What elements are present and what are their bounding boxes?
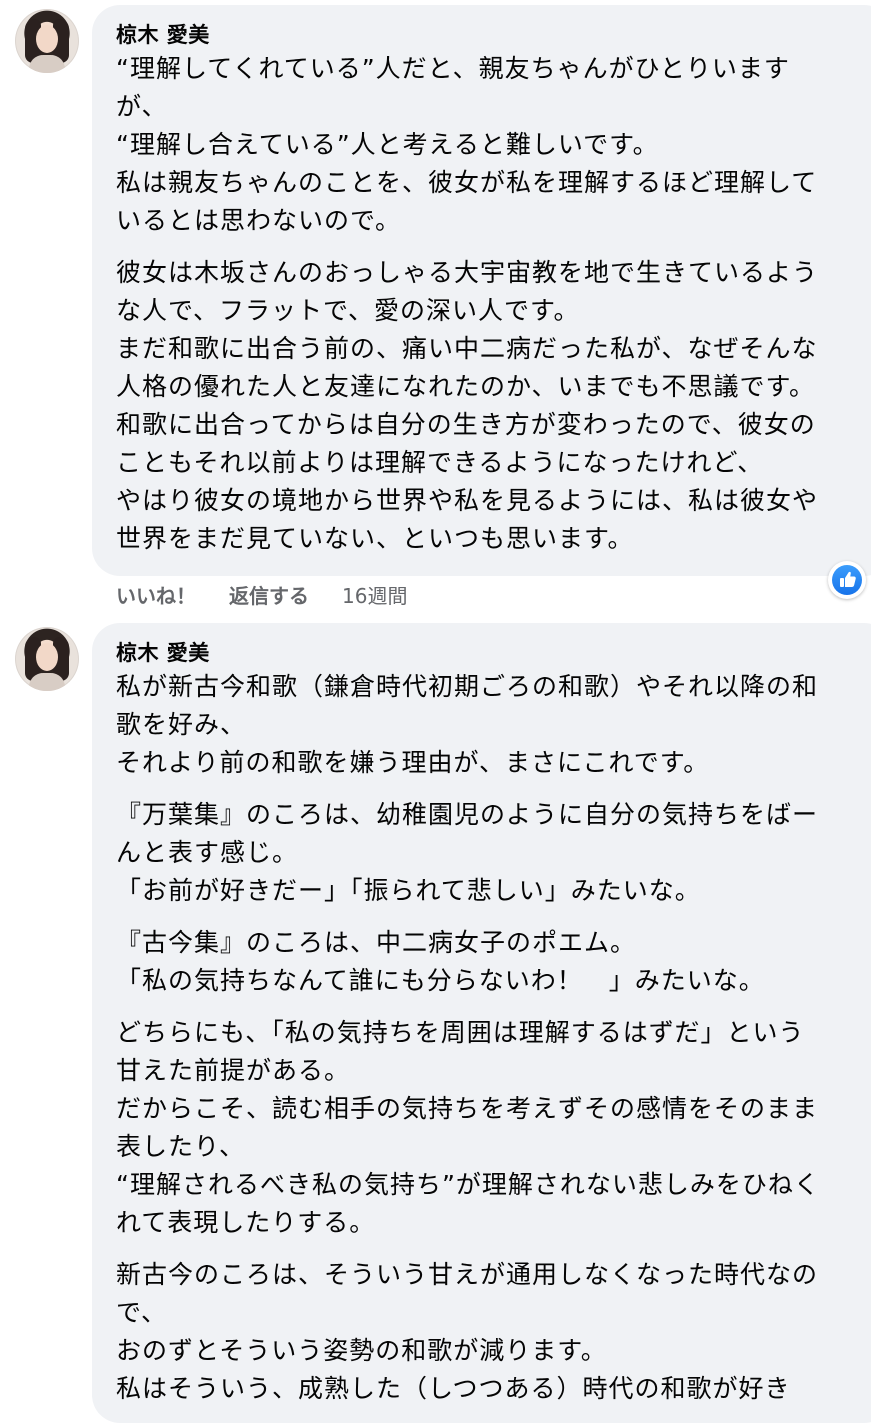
avatar-shirt: [29, 55, 65, 73]
avatar-face: [36, 25, 58, 53]
comment-line: 「私の気持ちなんて誰にも分らないわ！ 」みたいな。: [116, 966, 765, 995]
reaction-badge[interactable]: [828, 561, 866, 599]
comment-line: 歌を好み、: [116, 710, 247, 739]
comment-line: 『古今集』のころは、中二病女子のポエム。: [116, 928, 637, 957]
reply-link[interactable]: 返信する: [229, 582, 309, 610]
comment-paragraph: 『古今集』のころは、中二病女子のポエム。 「私の気持ちなんて誰にも分らないわ！ …: [116, 924, 866, 1000]
comment-line: 甘えた前提がある。: [116, 1056, 351, 1085]
comment-line: “理解してくれている”人だと、親友ちゃんがひとりいます: [116, 54, 790, 83]
avatar-shirt: [29, 673, 65, 691]
avatar-face: [36, 643, 58, 671]
comment-line: だからこそ、読む相手の気持ちを考えずその感情をそのまま: [116, 1094, 819, 1123]
comment-line: 『万葉集』のころは、幼稚園児のように自分の気持ちをばー: [116, 800, 819, 829]
comment-line: 「お前が好きだー」「振られて悲しい」みたいな。: [116, 876, 701, 905]
comment-line: “理解されるべき私の気持ち”が理解されない悲しみをひねく: [116, 1170, 820, 1199]
comment-line: まだ和歌に出合う前の、痛い中二病だった私が、なぜそんな: [116, 334, 818, 363]
thumbs-up-icon: [840, 571, 856, 587]
comment-actions: いいね！ 返信する 16週間: [116, 582, 407, 610]
comment-bubble: 椋木 愛美 “理解してくれている”人だと、親友ちゃんがひとりいます が、 “理解…: [92, 5, 871, 576]
comment-bubble: 椋木 愛美 私が新古今和歌（鎌倉時代初期ごろの和歌）やそれ以降の和 歌を好み、 …: [92, 623, 871, 1423]
like-link[interactable]: いいね！: [116, 582, 196, 610]
comment-paragraph: 『万葉集』のころは、幼稚園児のように自分の気持ちをばー んと表す感じ。 「お前が…: [116, 796, 866, 910]
comment-line: 和歌に出合ってからは自分の生き方が変わったので、彼女の: [116, 410, 816, 439]
comment-line: で、: [116, 1298, 168, 1327]
avatar[interactable]: [15, 627, 79, 691]
comment-line: 新古今のころは、そういう甘えが通用しなくなった時代なの: [116, 1260, 819, 1289]
comment-line: んと表す感じ。: [116, 838, 299, 867]
comment-line: 私が新古今和歌（鎌倉時代初期ごろの和歌）やそれ以降の和: [116, 672, 819, 701]
comment-line: どちらにも、「私の気持ちを周囲は理解するはずだ」という: [116, 1018, 805, 1047]
comment-paragraph: どちらにも、「私の気持ちを周囲は理解するはずだ」という 甘えた前提がある。 だか…: [116, 1014, 866, 1242]
comment-line: 私は親友ちゃんのことを、彼女が私を理解するほど理解して: [116, 168, 818, 197]
comment-line: それより前の和歌を嫌う理由が、まさにこれです。: [116, 748, 710, 777]
comment-line: 人格の優れた人と友達になれたのか、いまでも不思議です。: [116, 372, 816, 401]
comment-line: 私はそういう、成熟した（しつつある）時代の和歌が好き: [116, 1374, 791, 1403]
comment-line: 世界をまだ見ていない、といつも思います。: [116, 524, 634, 553]
comment-line: 彼女は木坂さんのおっしゃる大宇宙教を地で生きているよう: [116, 258, 819, 287]
comment-line: “理解し合えている”人と考えると難しいです。: [116, 130, 659, 159]
comment-line: 表したり、: [116, 1132, 246, 1161]
comment-line: な人で、フラットで、愛の深い人です。: [116, 296, 580, 325]
avatar[interactable]: [15, 9, 79, 73]
comment-paragraph: 新古今のころは、そういう甘えが通用しなくなった時代なの で、 おのずとそういう姿…: [116, 1256, 866, 1408]
comment-line: れて表現したりする。: [116, 1208, 376, 1237]
comment-line: いるとは思わないので。: [116, 206, 402, 235]
comment-paragraph: 彼女は木坂さんのおっしゃる大宇宙教を地で生きているよう な人で、フラットで、愛の…: [116, 254, 866, 558]
timestamp[interactable]: 16週間: [342, 582, 407, 610]
comment-author[interactable]: 椋木 愛美: [116, 639, 871, 667]
comment-line: やはり彼女の境地から世界や私を見るようには、私は彼女や: [116, 486, 819, 515]
comment-line: おのずとそういう姿勢の和歌が減ります。: [116, 1336, 607, 1365]
comment-paragraph: “理解してくれている”人だと、親友ちゃんがひとりいます が、 “理解し合えている…: [116, 50, 866, 240]
comment-paragraph: 私が新古今和歌（鎌倉時代初期ごろの和歌）やそれ以降の和 歌を好み、 それより前の…: [116, 668, 866, 782]
comment-line: こともそれ以前よりは理解できるようになったけれど、: [116, 448, 764, 477]
comment-line: が、: [116, 92, 168, 121]
comment-author[interactable]: 椋木 愛美: [116, 21, 871, 49]
